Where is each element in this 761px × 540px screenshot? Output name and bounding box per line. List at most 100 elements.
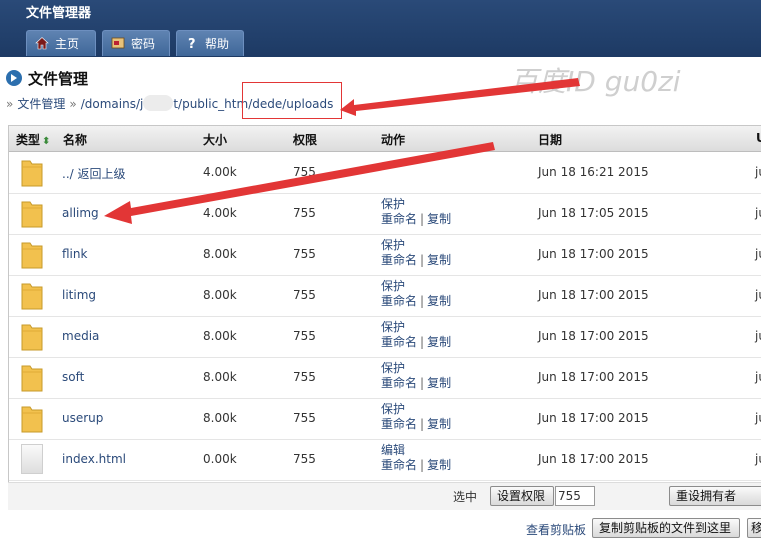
svg-text:?: ? xyxy=(188,37,196,50)
table-row[interactable]: index.html 0.00k 755 编辑 重命名 | 复制 Jun 18 17:00 2… xyxy=(9,439,761,481)
table-row[interactable]: ../ 返回上级 4.00k 755 Jun 18 16:21 2015 ju xyxy=(9,152,761,194)
top-bar: 文件管理器 主页 密码 ? 帮助 xyxy=(0,0,761,57)
tab-help[interactable]: ? 帮助 xyxy=(176,30,244,56)
copy-link[interactable]: 复制 xyxy=(427,376,451,390)
action-separator: | xyxy=(420,458,425,472)
file-size: 8.00k xyxy=(203,329,237,343)
tab-password[interactable]: 密码 xyxy=(102,30,170,56)
file-permission[interactable]: 755 xyxy=(293,206,316,220)
row-actions: 保护 重命名 | 复制 xyxy=(381,279,451,309)
rename-link[interactable]: 重命名 xyxy=(381,458,417,472)
protect-link[interactable]: 保护 xyxy=(381,238,405,252)
folder-icon xyxy=(21,324,43,351)
file-owner: ju xyxy=(755,370,761,384)
copy-clipboard-here-button[interactable]: 复制剪贴板的文件到这里 xyxy=(592,518,740,538)
file-icon xyxy=(21,444,43,474)
help-icon: ? xyxy=(185,33,199,52)
view-clipboard-link[interactable]: 查看剪贴板 xyxy=(526,521,586,538)
sort-icon: ⬍ xyxy=(42,136,51,147)
header-type[interactable]: 类型 ⬍ xyxy=(16,131,50,148)
file-size: 4.00k xyxy=(203,165,237,179)
copy-link[interactable]: 复制 xyxy=(427,458,451,472)
header-size[interactable]: 大小 xyxy=(203,131,227,148)
breadcrumb-root[interactable]: 文件管理 xyxy=(17,97,65,111)
file-permission[interactable]: 755 xyxy=(293,165,316,179)
move-button[interactable]: 移 xyxy=(747,518,761,538)
file-permission[interactable]: 755 xyxy=(293,247,316,261)
file-permission[interactable]: 755 xyxy=(293,452,316,466)
file-name-link[interactable]: litimg xyxy=(62,288,96,302)
protect-link[interactable]: 编辑 xyxy=(381,443,405,457)
table-header: 类型⬍ 名称 大小 权限 动作 日期 U xyxy=(9,126,761,152)
file-size: 8.00k xyxy=(203,288,237,302)
copy-link[interactable]: 复制 xyxy=(427,417,451,431)
header-perm[interactable]: 权限 xyxy=(293,131,317,148)
file-name-link[interactable]: soft xyxy=(62,370,84,384)
home-icon xyxy=(35,33,49,50)
rename-link[interactable]: 重命名 xyxy=(381,376,417,390)
header-name[interactable]: 名称 xyxy=(63,131,87,148)
tab-home[interactable]: 主页 xyxy=(26,30,96,56)
selection-toolbar: 选中 设置权限 755 重设拥有者 xyxy=(8,482,761,510)
table-row[interactable]: litimg 8.00k 755 保护 重命名 | 复制 Jun 18 17:00 2015 j… xyxy=(9,275,761,317)
header-user[interactable]: U xyxy=(756,131,761,145)
file-permission[interactable]: 755 xyxy=(293,329,316,343)
header-type-label: 类型 xyxy=(16,133,41,147)
file-date: Jun 18 17:00 2015 xyxy=(538,452,649,466)
app-title: 文件管理器 xyxy=(26,6,92,21)
file-owner: ju xyxy=(755,329,761,343)
breadcrumb-path-a[interactable]: /domains/j xyxy=(81,97,144,111)
table-row[interactable]: userup 8.00k 755 保护 重命名 | 复制 Jun 18 17:00 2015 j… xyxy=(9,398,761,440)
protect-link[interactable]: 保护 xyxy=(381,197,405,211)
protect-link[interactable]: 保护 xyxy=(381,402,405,416)
file-name-link[interactable]: flink xyxy=(62,247,87,261)
breadcrumb-path-b[interactable]: t/public_htm xyxy=(173,97,248,111)
rename-link[interactable]: 重命名 xyxy=(381,417,417,431)
file-name-link[interactable]: ../ 返回上级 xyxy=(62,165,126,182)
file-name-link[interactable]: index.html xyxy=(62,452,126,466)
table-row[interactable]: allimg 4.00k 755 保护 重命名 | 复制 Jun 18 17:05 2015 j… xyxy=(9,193,761,235)
file-permission[interactable]: 755 xyxy=(293,370,316,384)
action-separator: | xyxy=(420,294,425,308)
file-permission[interactable]: 755 xyxy=(293,288,316,302)
set-permission-button[interactable]: 设置权限 xyxy=(490,486,554,506)
table-row[interactable]: media 8.00k 755 保护重命名|复制 Jun 18 17:00 2015 ju xyxy=(9,316,761,358)
rename-link[interactable]: 重命名 xyxy=(381,253,417,267)
file-size: 8.00k xyxy=(203,247,237,261)
file-owner: ju xyxy=(755,165,761,179)
tab-help-label: 帮助 xyxy=(205,37,230,51)
folder-icon xyxy=(21,242,43,269)
rename-link[interactable]: 重命名 xyxy=(381,294,417,308)
rename-link[interactable]: 重命名 xyxy=(381,335,417,349)
copy-link[interactable]: 复制 xyxy=(427,253,451,267)
copy-link[interactable]: 复制 xyxy=(427,294,451,308)
highlight-box xyxy=(242,82,342,119)
row-actions: 保护 重命名 | 复制 xyxy=(381,238,451,268)
selected-label: 选中 xyxy=(453,490,478,504)
folder-icon xyxy=(21,201,43,228)
file-date: Jun 18 17:00 2015 xyxy=(538,329,649,343)
protect-link[interactable]: 保护 xyxy=(381,320,405,334)
protect-link[interactable]: 保护 xyxy=(381,361,405,375)
rename-link[interactable]: 重命名 xyxy=(381,212,417,226)
arrow-circle-icon xyxy=(6,70,22,86)
table-row[interactable]: flink 8.00k 755 保护重命名|复制 Jun 18 17:00 2015 ju xyxy=(9,234,761,276)
table-row[interactable]: soft 8.00k 755 保护重命名|复制 Jun 18 17:00 2015 ju xyxy=(9,357,761,399)
file-name-link[interactable]: userup xyxy=(62,411,103,425)
file-permission[interactable]: 755 xyxy=(293,411,316,425)
folder-icon xyxy=(21,283,43,310)
file-date: Jun 18 17:05 2015 xyxy=(538,206,649,220)
copy-link[interactable]: 复制 xyxy=(427,335,451,349)
header-date[interactable]: 日期 xyxy=(538,131,562,148)
file-date: Jun 18 16:21 2015 xyxy=(538,165,649,179)
copy-link[interactable]: 复制 xyxy=(427,212,451,226)
file-name-link[interactable]: media xyxy=(62,329,99,343)
permission-input[interactable]: 755 xyxy=(555,486,595,506)
reset-owner-button[interactable]: 重设拥有者 xyxy=(669,486,761,506)
action-separator: | xyxy=(420,335,425,349)
row-actions: 保护 重命名 | 复制 xyxy=(381,402,451,432)
file-size: 4.00k xyxy=(203,206,237,220)
protect-link[interactable]: 保护 xyxy=(381,279,405,293)
file-name-link[interactable]: allimg xyxy=(62,206,99,220)
tab-home-label: 主页 xyxy=(55,37,80,51)
